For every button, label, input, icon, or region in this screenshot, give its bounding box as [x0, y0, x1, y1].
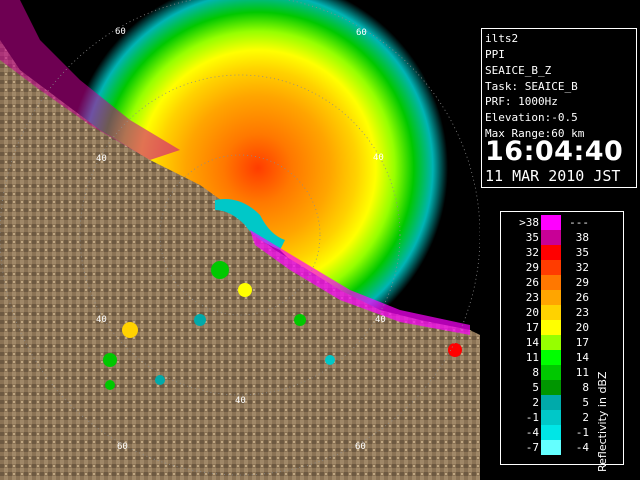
legend-lower-bound: 32	[525, 246, 539, 259]
range-label: 40	[235, 396, 246, 406]
legend-color-swatch	[541, 410, 561, 425]
legend-lower-bound: 14	[525, 336, 539, 349]
range-label: 60	[115, 27, 126, 37]
legend-upper-bound: -4	[575, 441, 589, 454]
legend-upper-bound: 38	[575, 231, 589, 244]
range-label: 40	[96, 315, 107, 325]
scan-type: PPI	[485, 48, 505, 61]
legend-color-swatch	[541, 290, 561, 305]
legend-color-swatch	[541, 305, 561, 320]
legend-lower-bound: 29	[525, 261, 539, 274]
legend-color-swatch	[541, 275, 561, 290]
task-name: Task: SEAICE_B	[485, 80, 578, 93]
legend-upper-bound: 2	[582, 411, 589, 424]
observation-time: 16:04:40	[485, 136, 624, 167]
legend-color-swatch	[541, 395, 561, 410]
range-label: 40	[373, 153, 384, 163]
legend-color-swatch	[541, 320, 561, 335]
legend-lower-bound: 8	[532, 366, 539, 379]
legend-lower-bound: -7	[525, 441, 539, 454]
legend-color-swatch	[541, 350, 561, 365]
range-label: 60	[356, 28, 367, 38]
legend-upper-bound: 23	[575, 306, 589, 319]
legend-lower-bound: 35	[525, 231, 539, 244]
legend-color-swatch	[541, 230, 561, 245]
legend-lower-bound: 17	[525, 321, 539, 334]
range-label: 40	[375, 315, 386, 325]
legend-lower-bound: -4	[525, 426, 539, 439]
legend-lower-bound: 5	[532, 381, 539, 394]
legend-color-swatch	[541, 365, 561, 380]
elevation-value: Elevation:-0.5	[485, 111, 578, 124]
legend-upper-bound: 17	[575, 336, 589, 349]
legend-upper-bound: 11	[575, 366, 589, 379]
legend-lower-bound: 20	[525, 306, 539, 319]
legend-color-swatch	[541, 215, 561, 230]
radar-name: ilts2	[485, 32, 519, 45]
observation-date: 11 MAR 2010 JST	[485, 167, 621, 185]
legend-upper-bound: 8	[582, 381, 589, 394]
legend-lower-bound: 2	[532, 396, 539, 409]
legend-color-swatch	[541, 245, 561, 260]
range-label: 60	[117, 442, 128, 452]
range-label: 40	[96, 154, 107, 164]
legend-upper-bound: 35	[575, 246, 589, 259]
legend-upper-bound: 20	[575, 321, 589, 334]
legend-upper-bound: 29	[575, 276, 589, 289]
radar-image	[0, 0, 480, 480]
legend-color-swatch	[541, 440, 561, 455]
legend-unit-label: Reflectivity in dBZ	[596, 371, 609, 472]
legend-lower-bound: >38	[519, 216, 539, 229]
legend-lower-bound: -1	[525, 411, 539, 424]
range-label: 60	[355, 442, 366, 452]
legend-upper-bound: 32	[575, 261, 589, 274]
radar-ppi-display: 60 60 40 40 40 40 40 60 60	[0, 0, 480, 480]
radar-info-panel: ilts2 PPI SEAICE_B_Z Task: SEAICE_B PRF:…	[481, 28, 637, 188]
prf-value: PRF: 1000Hz	[485, 95, 558, 108]
legend-upper-bound: 14	[575, 351, 589, 364]
legend-upper-bound: 5	[582, 396, 589, 409]
legend-color-swatch	[541, 260, 561, 275]
legend-lower-bound: 23	[525, 291, 539, 304]
legend-color-swatch	[541, 335, 561, 350]
reflectivity-legend: >38 --- 35 38 32 35 29 32 26 29 23 26 20 23 17 20 14 17 11…	[500, 211, 624, 472]
legend-color-swatch	[541, 380, 561, 395]
legend-upper-bound: 26	[575, 291, 589, 304]
legend-upper-bound: ---	[569, 216, 589, 229]
legend-lower-bound: 26	[525, 276, 539, 289]
legend-upper-bound: -1	[575, 426, 589, 439]
legend-color-swatch	[541, 425, 561, 440]
legend-lower-bound: 11	[525, 351, 539, 364]
product-name: SEAICE_B_Z	[485, 64, 552, 77]
